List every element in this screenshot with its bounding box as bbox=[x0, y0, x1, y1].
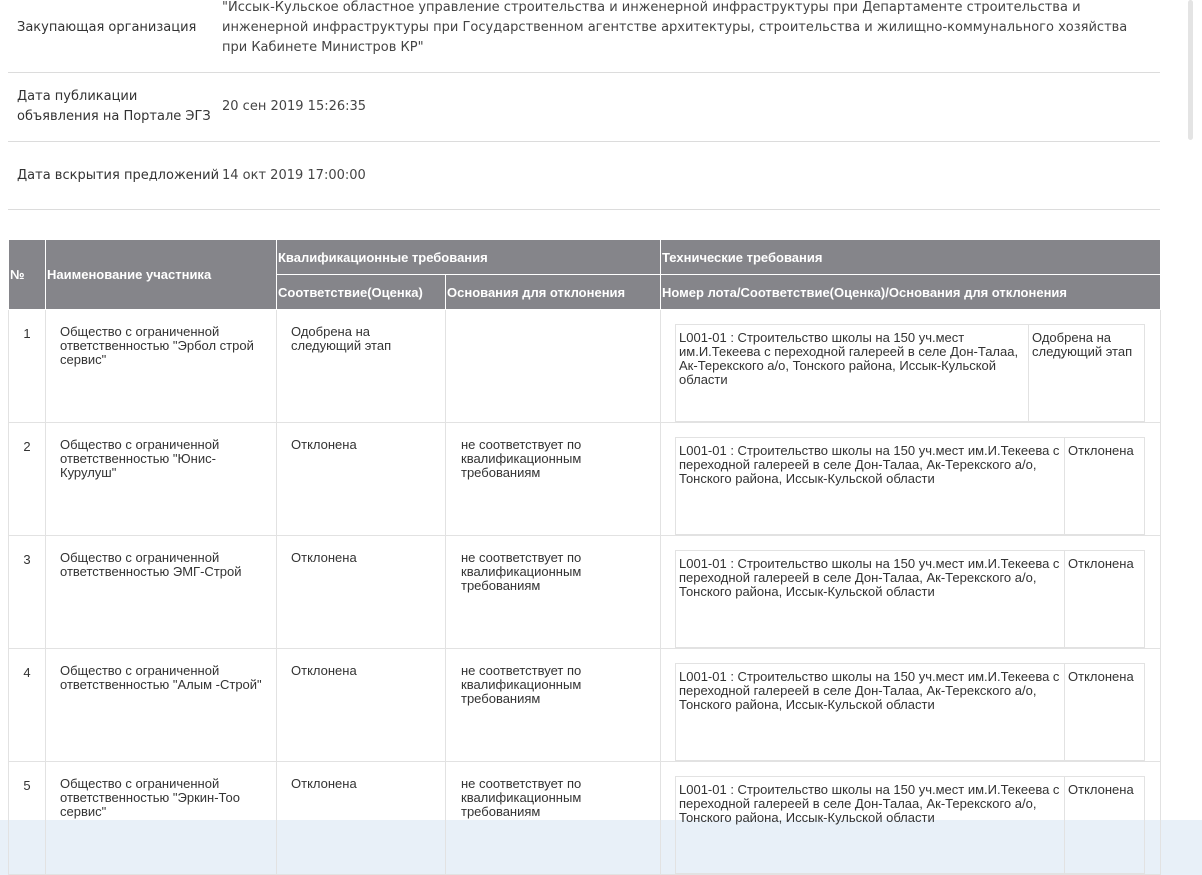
rejection-reason bbox=[444, 309, 662, 423]
row-num: 4 bbox=[8, 648, 46, 762]
info-row-publication-date: Дата публикации объявления на Портале ЭГ… bbox=[8, 73, 1160, 142]
rejection-reason: не соответствует по квалификационным тре… bbox=[444, 422, 662, 536]
info-row-opening-date: Дата вскрытия предложений 14 окт 2019 17… bbox=[8, 142, 1160, 210]
info-value: "Иссык-Кульское областное управление стр… bbox=[222, 0, 1128, 55]
header-lot: Номер лота/Соответствие(Оценка)/Основани… bbox=[660, 274, 1162, 310]
technical-cell: L001-01 : Строительство школы на 150 уч.… bbox=[660, 309, 1162, 423]
technical-cell: L001-01 : Строительство школы на 150 уч.… bbox=[660, 761, 1162, 875]
participant-name: Общество с ограниченной ответственностью… bbox=[45, 309, 277, 423]
rejection-reason: не соответствует по квалификационным тре… bbox=[444, 761, 662, 875]
lot-description: L001-01 : Строительство школы на 150 уч.… bbox=[675, 776, 1066, 874]
technical-cell: L001-01 : Строительство школы на 150 уч.… bbox=[660, 648, 1162, 762]
tender-info: Закупающая организация "Иссык-Кульское о… bbox=[8, 0, 1160, 210]
info-value: 20 сен 2019 15:26:35 bbox=[222, 99, 367, 114]
technical-cell: L001-01 : Строительство школы на 150 уч.… bbox=[660, 422, 1162, 536]
lot-description: L001-01 : Строительство школы на 150 уч.… bbox=[675, 550, 1066, 648]
header-num: № bbox=[8, 239, 46, 310]
table-row: 1 Общество с ограниченной ответственност… bbox=[8, 309, 1162, 423]
lot-status: Отклонена bbox=[1064, 663, 1146, 761]
qualification-compliance: Отклонена bbox=[276, 648, 446, 762]
header-name: Наименование участника bbox=[45, 239, 277, 310]
lot-table: L001-01 : Строительство школы на 150 уч.… bbox=[675, 663, 1146, 761]
row-num: 5 bbox=[8, 761, 46, 875]
lot-description: L001-01 : Строительство школы на 150 уч.… bbox=[675, 324, 1030, 422]
technical-cell: L001-01 : Строительство школы на 150 уч.… bbox=[660, 535, 1162, 649]
table-row: 5 Общество с ограниченной ответственност… bbox=[8, 761, 1162, 875]
info-label: Закупающая организация bbox=[17, 20, 197, 35]
lot-table: L001-01 : Строительство школы на 150 уч.… bbox=[675, 437, 1146, 535]
participant-name: Общество с ограниченной ответственностью… bbox=[45, 648, 277, 762]
lot-table: L001-01 : Строительство школы на 150 уч.… bbox=[675, 550, 1146, 648]
row-num: 2 bbox=[8, 422, 46, 536]
header-qualification: Квалификационные требования bbox=[275, 239, 662, 275]
row-num: 3 bbox=[8, 535, 46, 649]
qualification-compliance: Отклонена bbox=[276, 761, 446, 875]
rejection-reason: не соответствует по квалификационным тре… bbox=[444, 648, 662, 762]
header-technical: Технические требования bbox=[660, 239, 1162, 275]
info-label: Дата публикации объявления на Портале ЭГ… bbox=[17, 89, 211, 124]
scrollbar-thumb[interactable] bbox=[1188, 0, 1193, 140]
lot-status: Отклонена bbox=[1064, 776, 1146, 874]
lot-status: Одобрена на следующий этап bbox=[1028, 324, 1146, 422]
row-num: 1 bbox=[8, 309, 46, 423]
lot-description: L001-01 : Строительство школы на 150 уч.… bbox=[675, 663, 1066, 761]
header-compliance: Соответствие(Оценка) bbox=[276, 274, 446, 310]
participant-name: Общество с ограниченной ответственностью… bbox=[45, 761, 277, 875]
table-row: 4 Общество с ограниченной ответственност… bbox=[8, 648, 1162, 762]
qualification-compliance: Одобрена на следующий этап bbox=[276, 309, 446, 423]
lot-table: L001-01 : Строительство школы на 150 уч.… bbox=[675, 324, 1146, 422]
lot-description: L001-01 : Строительство школы на 150 уч.… bbox=[675, 437, 1066, 535]
info-value: 14 окт 2019 17:00:00 bbox=[222, 167, 366, 183]
table-row: 3 Общество с ограниченной ответственност… bbox=[8, 535, 1162, 649]
lot-status: Отклонена bbox=[1064, 437, 1146, 535]
qualification-compliance: Отклонена bbox=[276, 535, 446, 649]
header-rejection-reason: Основания для отклонения bbox=[444, 274, 662, 310]
participant-name: Общество с ограниченной ответственностью… bbox=[45, 422, 277, 536]
participants-table: № Наименование участника Квалификационны… bbox=[8, 239, 1162, 875]
lot-status: Отклонена bbox=[1064, 550, 1146, 648]
participant-name: Общество с ограниченной ответственностью… bbox=[45, 535, 277, 649]
info-label: Дата вскрытия предложений bbox=[17, 167, 220, 183]
table-row: 2 Общество с ограниченной ответственност… bbox=[8, 422, 1162, 536]
lot-table: L001-01 : Строительство школы на 150 уч.… bbox=[675, 776, 1146, 874]
rejection-reason: не соответствует по квалификационным тре… bbox=[444, 535, 662, 649]
qualification-compliance: Отклонена bbox=[276, 422, 446, 536]
info-row-organization: Закупающая организация "Иссык-Кульское о… bbox=[8, 0, 1160, 73]
